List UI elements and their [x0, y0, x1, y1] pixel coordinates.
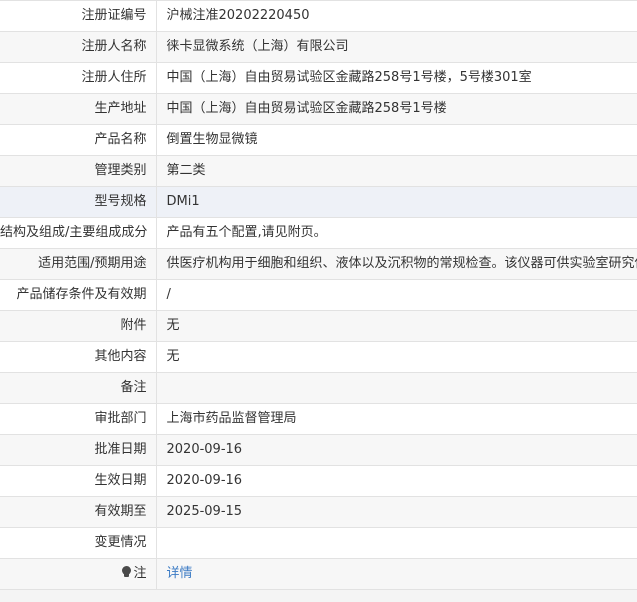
- row-structure-composition: 结构及组成/主要组成成分 产品有五个配置,请见附页。: [0, 217, 637, 249]
- row-change-history: 变更情况: [0, 527, 637, 559]
- row-registrant-address: 注册人住所 中国（上海）自由贸易试验区金藏路258号1号楼，5号楼301室: [0, 62, 637, 94]
- field-label: 产品名称: [0, 124, 157, 156]
- field-label: 生效日期: [0, 465, 157, 497]
- field-label: 批准日期: [0, 434, 157, 466]
- field-value: 无: [156, 341, 637, 373]
- field-label: 审批部门: [0, 403, 157, 435]
- field-label: 注册证编号: [0, 0, 157, 32]
- field-value: 2020-09-16: [156, 465, 637, 497]
- row-model-spec: 型号规格 DMi1: [0, 186, 637, 218]
- row-valid-until: 有效期至 2025-09-15: [0, 496, 637, 528]
- row-product-name: 产品名称 倒置生物显微镜: [0, 124, 637, 156]
- row-accessories: 附件 无: [0, 310, 637, 342]
- details-link[interactable]: 详情: [167, 566, 193, 581]
- row-approval-date: 批准日期 2020-09-16: [0, 434, 637, 466]
- field-value: 倒置生物显微镜: [156, 124, 637, 156]
- field-value: [156, 372, 637, 404]
- note-value-cell: 详情: [156, 558, 637, 590]
- field-value: 中国（上海）自由贸易试验区金藏路258号1号楼: [156, 93, 637, 125]
- field-value: 中国（上海）自由贸易试验区金藏路258号1号楼，5号楼301室: [156, 62, 637, 94]
- row-approval-department: 审批部门 上海市药品监督管理局: [0, 403, 637, 435]
- row-other-content: 其他内容 无: [0, 341, 637, 373]
- field-value: DMi1: [156, 186, 637, 218]
- registration-detail-table: 注册证编号 沪械注准20202220450 注册人名称 徕卡显微系统（上海）有限…: [0, 0, 637, 590]
- field-label: 备注: [0, 372, 157, 404]
- page-bottom-strip: [0, 590, 637, 602]
- field-label: 适用范围/预期用途: [0, 248, 157, 280]
- field-value: [156, 527, 637, 559]
- field-label: 型号规格: [0, 186, 157, 218]
- field-label: 生产地址: [0, 93, 157, 125]
- field-label: 管理类别: [0, 155, 157, 187]
- field-label: 有效期至: [0, 496, 157, 528]
- row-storage-validity: 产品储存条件及有效期 /: [0, 279, 637, 311]
- row-intended-use: 适用范围/预期用途 供医疗机构用于细胞和组织、液体以及沉积物的常规检查。该仪器可…: [0, 248, 637, 280]
- field-value: 2020-09-16: [156, 434, 637, 466]
- field-label: 产品储存条件及有效期: [0, 279, 157, 311]
- field-value: 第二类: [156, 155, 637, 187]
- note-label-cell: 注: [0, 558, 157, 590]
- field-value: 无: [156, 310, 637, 342]
- row-effective-date: 生效日期 2020-09-16: [0, 465, 637, 497]
- field-value: 产品有五个配置,请见附页。: [156, 217, 637, 249]
- field-value: 上海市药品监督管理局: [156, 403, 637, 435]
- field-label: 结构及组成/主要组成成分: [0, 217, 157, 249]
- row-management-category: 管理类别 第二类: [0, 155, 637, 187]
- field-label: 变更情况: [0, 527, 157, 559]
- field-value: 徕卡显微系统（上海）有限公司: [156, 31, 637, 63]
- row-registrant-name: 注册人名称 徕卡显微系统（上海）有限公司: [0, 31, 637, 63]
- field-label: 其他内容: [0, 341, 157, 373]
- field-value: 沪械注准20202220450: [156, 0, 637, 32]
- note-label: 注: [133, 566, 147, 581]
- field-value: 供医疗机构用于细胞和组织、液体以及沉积物的常规检查。该仪器可供实验室研究使用: [156, 248, 637, 280]
- field-value: /: [156, 279, 637, 311]
- row-note: 注 详情: [0, 558, 637, 590]
- lightbulb-icon: [122, 566, 132, 578]
- field-label: 注册人住所: [0, 62, 157, 94]
- row-registration-number: 注册证编号 沪械注准20202220450: [0, 0, 637, 32]
- row-production-address: 生产地址 中国（上海）自由贸易试验区金藏路258号1号楼: [0, 93, 637, 125]
- row-remarks: 备注: [0, 372, 637, 404]
- field-value: 2025-09-15: [156, 496, 637, 528]
- field-label: 注册人名称: [0, 31, 157, 63]
- field-label: 附件: [0, 310, 157, 342]
